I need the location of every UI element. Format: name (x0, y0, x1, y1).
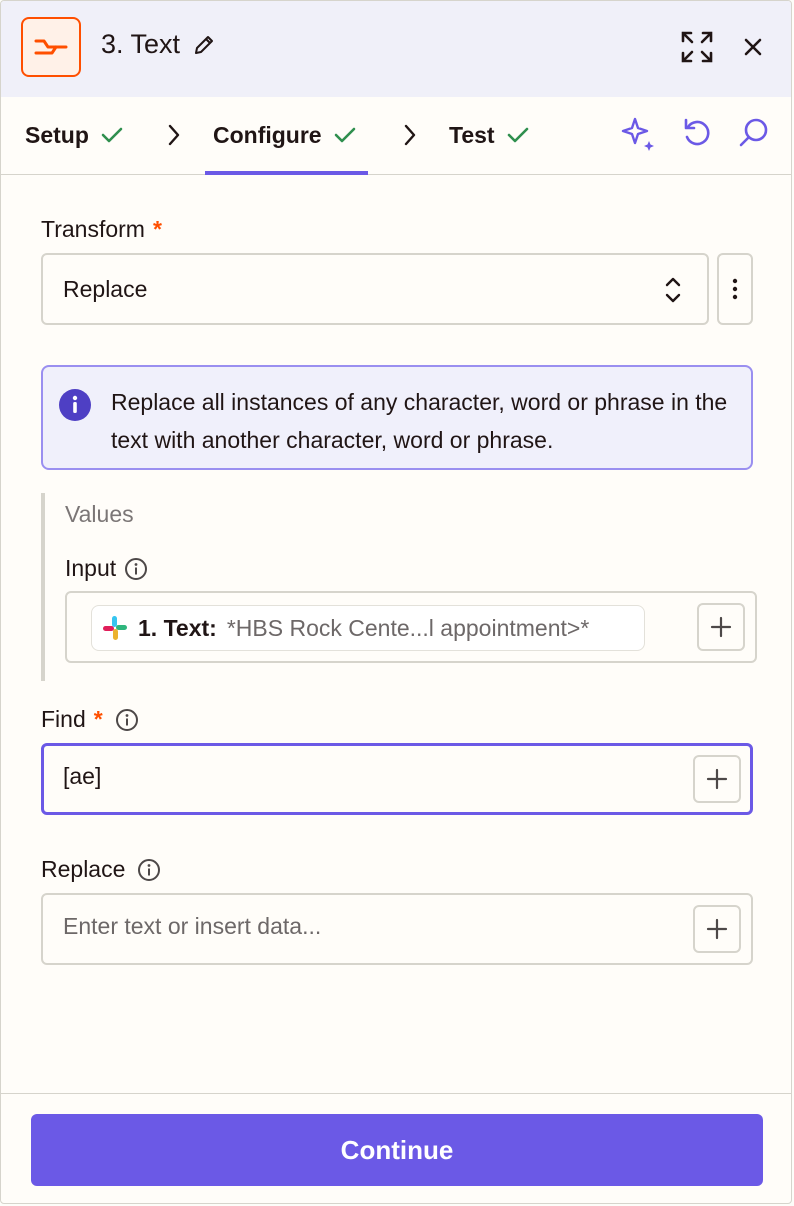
pill-name: 1. Text: (138, 614, 217, 641)
search-icon[interactable] (735, 115, 771, 151)
values-group: Values Input 1. Text: *HBS Rock Cente...… (41, 493, 757, 681)
tab-test-label: Test (449, 121, 495, 148)
step-header: 3. Text (1, 1, 791, 97)
find-value: [ae] (63, 763, 102, 789)
select-arrows-icon (665, 277, 681, 303)
required-mark: * (152, 216, 162, 242)
expand-icon[interactable] (679, 29, 715, 65)
plus-icon (706, 918, 728, 940)
transform-label-text: Transform (41, 216, 145, 242)
tab-configure[interactable]: Configure (205, 97, 368, 175)
replace-placeholder: Enter text or insert data... (63, 913, 322, 939)
transform-label: Transform * (41, 216, 162, 243)
transform-select[interactable]: Replace (41, 253, 709, 325)
sparkle-icon[interactable] (621, 115, 657, 151)
step-tabs: Setup Configure Test (1, 97, 791, 175)
chevron-right-icon (404, 124, 416, 146)
replace-label-text: Replace (41, 856, 126, 882)
transform-select-value: Replace (63, 275, 148, 302)
find-label: Find * (41, 706, 139, 733)
close-icon[interactable] (735, 29, 771, 65)
more-options-button[interactable] (717, 253, 753, 325)
pencil-icon[interactable] (192, 33, 216, 57)
slack-icon (103, 616, 127, 640)
step-panel: 3. Text Setup Configure Test Transform *… (0, 0, 792, 1204)
text-formatter-icon (21, 17, 81, 77)
step-title[interactable]: 3. Text (101, 29, 216, 60)
replace-field[interactable]: Enter text or insert data... (41, 893, 753, 965)
info-circle-icon[interactable] (137, 858, 161, 882)
footer-divider (1, 1093, 791, 1094)
info-circle-icon[interactable] (124, 557, 148, 581)
input-label-text: Input (65, 555, 117, 581)
required-mark: * (93, 706, 103, 732)
check-icon (101, 127, 123, 143)
plus-icon (710, 616, 732, 638)
insert-data-button[interactable] (693, 755, 741, 803)
insert-data-button[interactable] (697, 603, 745, 651)
plus-icon (706, 768, 728, 790)
check-icon (334, 127, 355, 143)
replace-label: Replace (41, 856, 161, 883)
chevron-right-icon (168, 124, 180, 146)
tab-setup[interactable]: Setup (25, 97, 123, 173)
info-callout: Replace all instances of any character, … (41, 365, 753, 470)
insert-data-button[interactable] (693, 905, 741, 953)
info-text: Replace all instances of any character, … (111, 389, 728, 453)
undo-icon[interactable] (679, 115, 715, 151)
info-circle-icon[interactable] (115, 708, 139, 732)
input-field[interactable]: 1. Text: *HBS Rock Cente...l appointment… (65, 591, 757, 663)
data-pill[interactable]: 1. Text: *HBS Rock Cente...l appointment… (91, 605, 645, 651)
check-icon (507, 127, 528, 143)
tab-configure-label: Configure (213, 121, 322, 148)
values-title: Values (65, 501, 134, 527)
find-label-text: Find (41, 706, 86, 732)
tab-setup-label: Setup (25, 121, 89, 148)
tab-test[interactable]: Test (449, 97, 529, 173)
info-icon (59, 389, 91, 421)
continue-button[interactable]: Continue (31, 1114, 763, 1186)
step-title-text: 3. Text (101, 29, 181, 59)
more-vertical-icon (732, 278, 738, 300)
find-field[interactable]: [ae] (41, 743, 753, 815)
input-label: Input (65, 555, 148, 582)
pill-value: *HBS Rock Cente...l appointment>* (226, 614, 590, 641)
